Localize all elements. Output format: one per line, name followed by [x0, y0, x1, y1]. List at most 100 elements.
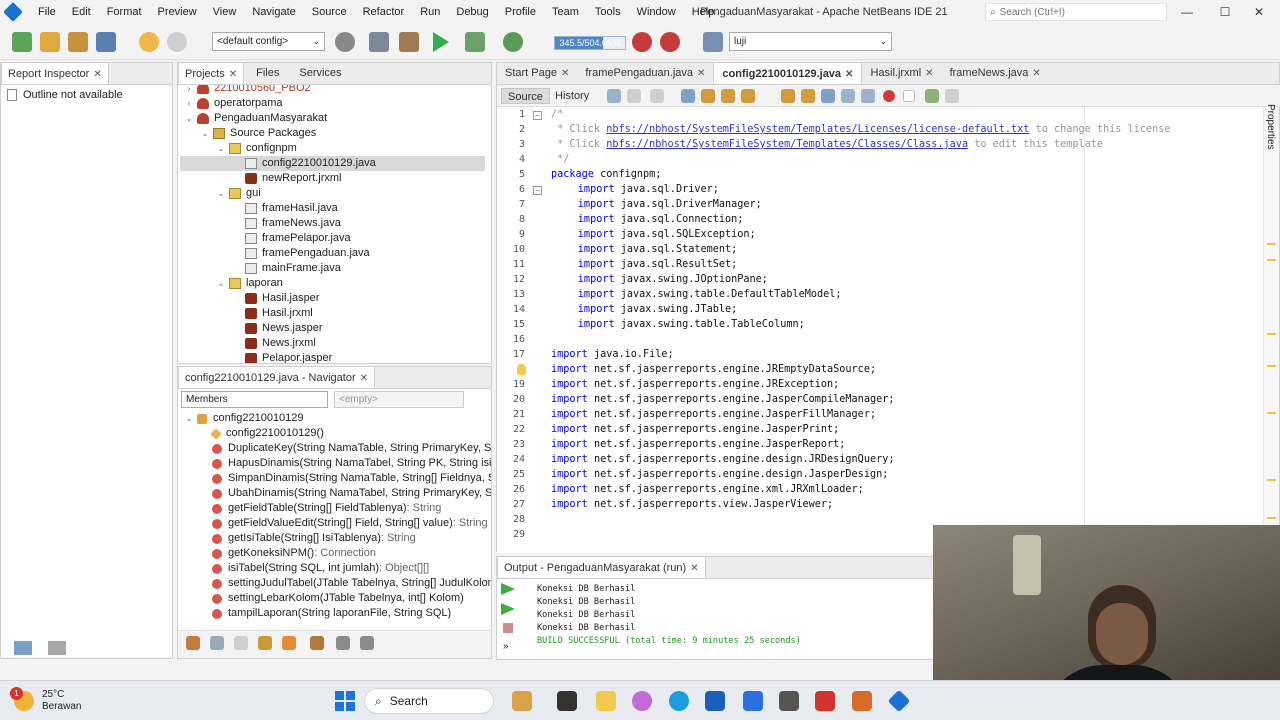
code-line[interactable]: import net.sf.jasperreports.engine.Jaspe… [551, 439, 845, 450]
expand-icon[interactable]: ⌄ [184, 111, 194, 126]
gc-icon[interactable] [632, 32, 652, 52]
tab-navigator[interactable]: config2210010129.java - Navigator ✕ [178, 366, 376, 388]
fold-icon[interactable]: − [533, 111, 542, 120]
amazon-icon[interactable] [779, 691, 799, 711]
clean-build-icon[interactable] [399, 32, 419, 52]
global-search[interactable]: ⌕ [985, 3, 1167, 21]
maximize-button[interactable]: ☐ [1210, 3, 1240, 21]
expand-icon[interactable]: › [184, 85, 194, 96]
project-tree-item[interactable]: News.jrxml [180, 336, 316, 351]
stop-macro-icon[interactable] [903, 90, 915, 102]
tab-services[interactable]: Services [293, 62, 347, 84]
dropbox-icon[interactable] [743, 691, 763, 711]
code-line[interactable]: * Click nbfs://nbhost/SystemFileSystem/T… [551, 124, 1170, 135]
find-next-icon[interactable] [721, 89, 735, 103]
back-icon[interactable] [627, 89, 641, 103]
code-line[interactable]: import net.sf.jasperreports.engine.desig… [551, 454, 894, 465]
warning-mark[interactable] [1267, 333, 1276, 335]
comment-icon[interactable] [925, 89, 939, 103]
code-line[interactable]: import net.sf.jasperreports.engine.Jaspe… [551, 394, 894, 405]
rerun-with-params-icon[interactable] [501, 603, 515, 615]
history-button[interactable]: History [549, 88, 595, 104]
code-line[interactable]: import java.io.File; [551, 349, 674, 360]
navigator-member[interactable]: getFieldTable(String[] FieldTablenya) : … [212, 501, 441, 516]
code-line[interactable]: import java.sql.Statement; [578, 244, 737, 255]
navigator-member[interactable]: tampilLaporan(String laporanFile, String… [212, 606, 451, 621]
find-prev-icon[interactable] [701, 89, 715, 103]
menu-run[interactable]: Run [412, 6, 448, 18]
profiler-icon[interactable] [660, 32, 680, 52]
code-line[interactable]: import java.sql.SQLException; [578, 229, 756, 240]
project-tree-item[interactable]: ⌄ confignpm [180, 141, 297, 156]
warning-bulb-icon[interactable] [517, 364, 526, 375]
netbeans-taskbar-icon[interactable] [887, 689, 911, 713]
project-tree-item[interactable]: Pelapor.jasper [180, 351, 332, 363]
code-line[interactable]: import net.sf.jasperreports.engine.Jaspe… [551, 409, 876, 420]
navigator-member[interactable]: isiTabel(String SQL, int jumlah) : Objec… [212, 561, 429, 576]
code-line[interactable]: import net.sf.jasperreports.view.JasperV… [551, 499, 833, 510]
minimize-button[interactable]: — [1172, 3, 1202, 21]
warning-mark[interactable] [1267, 412, 1276, 414]
windows-start-button[interactable] [335, 691, 355, 711]
store-icon[interactable] [705, 691, 725, 711]
code-line[interactable]: import net.sf.jasperreports.engine.xml.J… [551, 484, 864, 495]
code-line[interactable]: * Click nbfs://nbhost/SystemFileSystem/T… [551, 139, 1103, 150]
file-explorer-icon[interactable] [596, 691, 616, 711]
close-icon[interactable]: ✕ [845, 69, 853, 80]
expand-icon[interactable]: ⌄ [184, 411, 194, 426]
navigator-member[interactable]: SimpanDinamis(String NamaTable, String[]… [212, 471, 491, 486]
edge-icon[interactable] [669, 691, 689, 711]
navigator-member[interactable]: settingLebarKolom(JTable Tabelnya, int[]… [212, 591, 464, 606]
code-line[interactable]: import java.sql.Connection; [578, 214, 744, 225]
menu-window[interactable]: Window [629, 6, 684, 18]
project-tree-item[interactable]: framePelapor.java [180, 231, 351, 246]
expand-icon[interactable]: › [184, 96, 194, 111]
wps-icon[interactable] [815, 691, 835, 711]
toggle-bookmark-icon[interactable] [821, 89, 835, 103]
forward-icon[interactable] [650, 89, 664, 103]
editor-tab[interactable]: Start Page ✕ [497, 62, 577, 84]
app-icon[interactable] [852, 691, 872, 711]
properties-side-tab[interactable]: Properties [1262, 100, 1280, 180]
prev-bookmark-icon[interactable] [781, 89, 795, 103]
navigator-member[interactable]: HapusDinamis(String NamaTabel, String PK… [212, 456, 491, 471]
code-line[interactable]: import javax.swing.table.DefaultTableMod… [578, 289, 842, 300]
warning-mark[interactable] [1267, 517, 1276, 519]
copilot-icon[interactable] [632, 691, 652, 711]
close-icon[interactable]: ✕ [229, 69, 237, 80]
taskbar-search[interactable]: ⌕ Search [364, 688, 494, 714]
project-tree-item[interactable]: config2210010129.java [180, 156, 485, 171]
filter-icon[interactable] [360, 636, 374, 650]
new-project-icon[interactable] [40, 32, 60, 52]
close-icon[interactable]: ✕ [561, 68, 569, 79]
global-search-input[interactable] [999, 6, 1150, 18]
navigator-member[interactable]: UbahDinamis(String NamaTabel, String Pri… [212, 486, 491, 501]
menu-tools[interactable]: Tools [587, 6, 629, 18]
weather-widget[interactable]: 1 25°C Berawan [10, 687, 81, 713]
editor-tab[interactable]: config2210010129.java ✕ [713, 62, 863, 84]
config-select[interactable]: <default config> ⌄ [212, 32, 325, 51]
project-select[interactable]: luji ⌄ [729, 32, 892, 51]
project-tree-item[interactable]: › 2210010560_PBO2 [180, 85, 311, 96]
expand-icon[interactable]: ⌄ [216, 276, 226, 291]
warning-mark[interactable] [1267, 479, 1276, 481]
more-icon[interactable]: » [503, 641, 509, 652]
filter-icon[interactable] [234, 636, 248, 650]
close-icon[interactable]: ✕ [925, 68, 933, 79]
warning-mark[interactable] [1267, 365, 1276, 367]
profile-icon[interactable] [503, 32, 523, 52]
project-tree-item[interactable]: ⌄ gui [180, 186, 261, 201]
editor-tab[interactable]: framePengaduan.java ✕ [577, 62, 713, 84]
undo-icon[interactable] [139, 32, 159, 52]
close-icon[interactable]: ✕ [1032, 68, 1040, 79]
code-line[interactable]: import javax.swing.JOptionPane; [578, 274, 768, 285]
close-icon[interactable]: ✕ [93, 69, 101, 80]
menu-navigate[interactable]: Navigate [244, 6, 303, 18]
expand-icon[interactable]: ⌄ [216, 141, 226, 156]
tool-icon[interactable] [703, 32, 723, 52]
source-button[interactable]: Source [501, 88, 550, 104]
find-icon[interactable] [681, 89, 695, 103]
project-tree-item[interactable]: Hasil.jasper [180, 291, 319, 306]
tab-projects[interactable]: Projects ✕ [178, 62, 245, 84]
menu-refactor[interactable]: Refactor [355, 6, 413, 18]
